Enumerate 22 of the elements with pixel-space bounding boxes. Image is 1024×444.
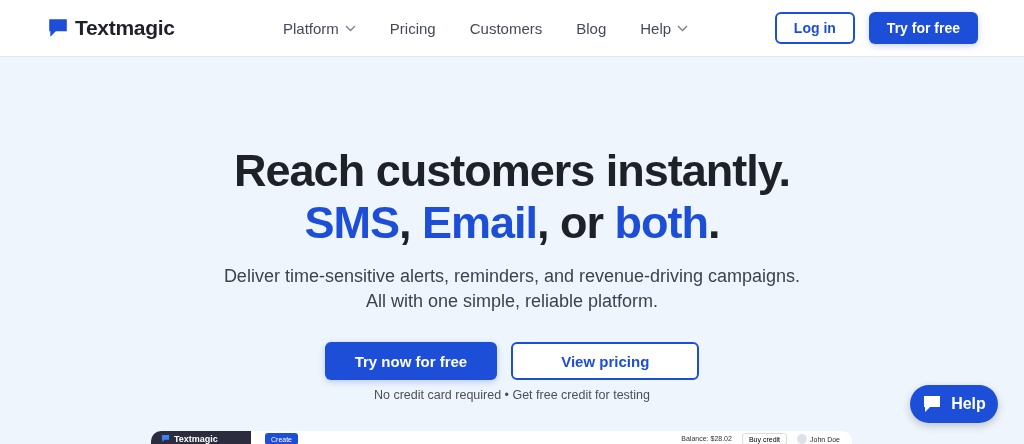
logo-icon [161,434,170,443]
description: Deliver time-sensitive alerts, reminders, and revenue-driving campaigns. All with one simple, reliable platform. [223,265,801,313]
chevron-down-icon [677,24,689,32]
nav-link[interactable]: Help [640,19,689,37]
logo-text[interactable]: Textmagic [75,16,175,40]
logo-icon [47,17,69,39]
chevron-down-icon [344,24,356,32]
try-free-button[interactable]: Try for free [868,12,978,44]
chat-icon [922,394,943,414]
nav-link[interactable]: Customers [469,19,543,37]
preview-logo: Textmagic [174,434,218,444]
nav-link[interactable]: Platform [283,19,356,37]
nav-link[interactable]: Pricing [389,19,436,37]
nav-link[interactable]: Blog [576,19,607,37]
note-text: No credit card required • Get free credit for testing [374,388,650,402]
view-pricing-button[interactable]: View pricing [511,342,700,380]
headline: Reach customers instantly. [234,145,790,197]
try-now-button[interactable]: Try now for free [324,342,498,380]
help-button[interactable]: Help [910,385,998,423]
subheadline: SMS, Email, or both. [304,197,720,249]
avatar-icon [797,434,808,444]
login-button[interactable]: Log in [774,12,855,44]
